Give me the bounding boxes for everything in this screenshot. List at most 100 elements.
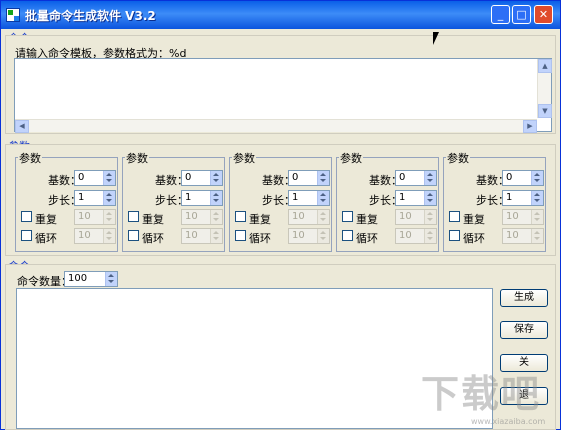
repeat-value: 10 <box>399 211 412 222</box>
mouse-cursor-icon <box>433 32 439 45</box>
spin-arrows-icon[interactable] <box>210 171 222 185</box>
loop-value: 10 <box>292 230 305 241</box>
step-spinner[interactable]: 1 <box>74 190 116 206</box>
param-group-4: 参数 基数： 0 步长： 1 重复 10 循环 10 <box>336 150 439 252</box>
spin-arrows-icon <box>103 210 115 224</box>
repeat-checkbox[interactable] <box>235 211 246 222</box>
scroll-right-arrow-icon[interactable]: ▶ <box>523 120 537 133</box>
maximize-button[interactable]: □ <box>512 5 531 24</box>
watermark-url: www.xiazaiba.com <box>471 417 546 426</box>
repeat-spinner: 10 <box>74 209 116 225</box>
scroll-left-arrow-icon[interactable]: ◀ <box>15 120 29 133</box>
spin-arrows-icon[interactable] <box>103 191 115 205</box>
base-spinner[interactable]: 0 <box>181 170 223 186</box>
repeat-label: 重复 <box>463 213 485 226</box>
repeat-spinner: 10 <box>288 209 330 225</box>
close-window-button[interactable]: ✕ <box>534 5 553 24</box>
loop-label: 循环 <box>249 232 271 245</box>
base-value[interactable]: 0 <box>506 172 512 183</box>
loop-spinner: 10 <box>74 228 116 244</box>
watermark-logo: 下载吧 <box>421 372 542 416</box>
base-value[interactable]: 0 <box>292 172 298 183</box>
repeat-checkbox[interactable] <box>21 211 32 222</box>
spin-arrows-icon[interactable] <box>424 191 436 205</box>
loop-spinner: 10 <box>288 228 330 244</box>
loop-value: 10 <box>78 230 91 241</box>
spin-arrows-icon <box>531 210 543 224</box>
loop-checkbox[interactable] <box>449 230 460 241</box>
minimize-button[interactable]: _ <box>491 5 510 24</box>
repeat-label: 重复 <box>142 213 164 226</box>
window-title: 批量命令生成软件 V3.2 <box>25 9 156 23</box>
repeat-checkbox[interactable] <box>449 211 460 222</box>
spin-arrows-icon <box>210 210 222 224</box>
step-value[interactable]: 1 <box>506 192 512 203</box>
loop-spinner: 10 <box>181 228 223 244</box>
repeat-checkbox[interactable] <box>342 211 353 222</box>
step-spinner[interactable]: 1 <box>502 190 544 206</box>
loop-label: 循环 <box>356 232 378 245</box>
spin-arrows-icon[interactable] <box>531 191 543 205</box>
loop-value: 10 <box>185 230 198 241</box>
loop-label: 循环 <box>142 232 164 245</box>
spin-arrows-icon[interactable] <box>317 191 329 205</box>
repeat-label: 重复 <box>249 213 271 226</box>
scroll-down-arrow-icon[interactable]: ▼ <box>538 104 552 118</box>
step-spinner[interactable]: 1 <box>288 190 330 206</box>
template-vscrollbar[interactable]: ▲ ▼ <box>537 59 552 118</box>
base-spinner[interactable]: 0 <box>395 170 437 186</box>
step-value[interactable]: 1 <box>292 192 298 203</box>
loop-value: 10 <box>506 230 519 241</box>
param-group-title: 参数 <box>18 150 42 166</box>
count-spinner[interactable]: 100 <box>64 271 118 287</box>
repeat-value: 10 <box>185 211 198 222</box>
spin-arrows-icon <box>317 210 329 224</box>
param-group-5: 参数 基数： 0 步长： 1 重复 10 循环 10 <box>443 150 546 252</box>
base-value[interactable]: 0 <box>78 172 84 183</box>
spin-arrows-icon[interactable] <box>424 171 436 185</box>
loop-checkbox[interactable] <box>235 230 246 241</box>
save-button[interactable]: 保存 <box>500 321 548 339</box>
repeat-checkbox[interactable] <box>128 211 139 222</box>
main-window: 批量命令生成软件 V3.2 _ □ ✕ 命令 请输入命令模板，参数格式为：%d … <box>0 0 561 430</box>
spin-arrows-icon <box>317 229 329 243</box>
param-group-title: 参数 <box>232 150 256 166</box>
spin-arrows-icon <box>424 229 436 243</box>
scroll-up-arrow-icon[interactable]: ▲ <box>538 59 552 73</box>
spin-arrows-icon[interactable] <box>103 171 115 185</box>
repeat-label: 重复 <box>35 213 57 226</box>
loop-spinner: 10 <box>502 228 544 244</box>
loop-checkbox[interactable] <box>342 230 353 241</box>
base-spinner[interactable]: 0 <box>74 170 116 186</box>
base-value[interactable]: 0 <box>399 172 405 183</box>
spin-arrows-icon[interactable] <box>210 191 222 205</box>
spin-arrows-icon <box>210 229 222 243</box>
repeat-spinner: 10 <box>181 209 223 225</box>
repeat-value: 10 <box>292 211 305 222</box>
title-bar[interactable]: 批量命令生成软件 V3.2 _ □ ✕ <box>1 1 560 29</box>
loop-checkbox[interactable] <box>21 230 32 241</box>
base-spinner[interactable]: 0 <box>288 170 330 186</box>
param-group-title: 参数 <box>339 150 363 166</box>
repeat-spinner: 10 <box>395 209 437 225</box>
app-icon <box>6 8 20 22</box>
base-spinner[interactable]: 0 <box>502 170 544 186</box>
repeat-label: 重复 <box>356 213 378 226</box>
step-value[interactable]: 1 <box>399 192 405 203</box>
step-value[interactable]: 1 <box>185 192 191 203</box>
spin-arrows-icon <box>424 210 436 224</box>
loop-value: 10 <box>399 230 412 241</box>
template-hscrollbar[interactable]: ◀ ▶ <box>15 119 537 133</box>
count-value[interactable]: 100 <box>68 273 87 284</box>
spin-arrows-icon[interactable] <box>317 171 329 185</box>
spin-arrows-icon[interactable] <box>105 272 117 286</box>
step-spinner[interactable]: 1 <box>181 190 223 206</box>
spin-arrows-icon <box>103 229 115 243</box>
repeat-spinner: 10 <box>502 209 544 225</box>
loop-checkbox[interactable] <box>128 230 139 241</box>
step-spinner[interactable]: 1 <box>395 190 437 206</box>
generate-button[interactable]: 生成 <box>500 289 548 307</box>
base-value[interactable]: 0 <box>185 172 191 183</box>
step-value[interactable]: 1 <box>78 192 84 203</box>
spin-arrows-icon[interactable] <box>531 171 543 185</box>
